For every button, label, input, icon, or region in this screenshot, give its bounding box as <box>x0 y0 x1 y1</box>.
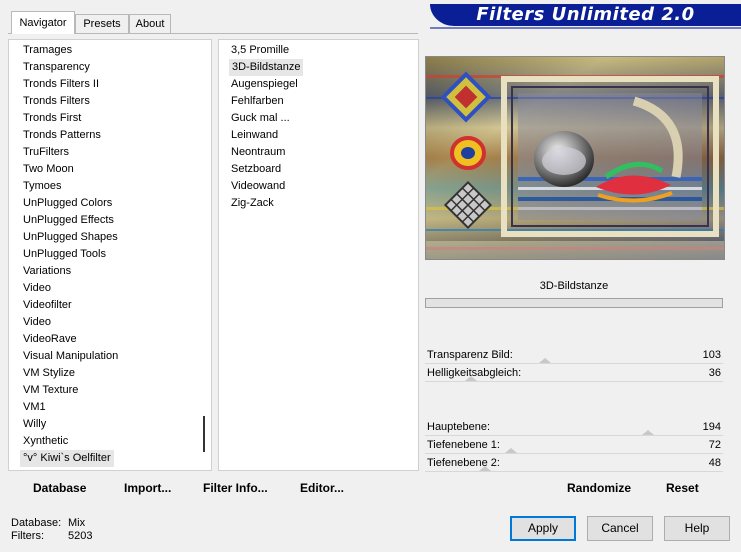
category-item[interactable]: Xynthetic <box>23 433 68 450</box>
filter-info-button[interactable]: Filter Info... <box>203 480 268 496</box>
filter-item[interactable]: 3D-Bildstanze <box>229 59 304 76</box>
category-item[interactable]: Variations <box>23 263 71 280</box>
category-item[interactable]: Video <box>23 280 51 297</box>
param-label: Transparenz Bild: <box>427 349 513 361</box>
category-item[interactable]: UnPlugged Shapes <box>23 229 118 246</box>
category-item[interactable]: Tramages <box>23 42 72 59</box>
param-slider[interactable]: Transparenz Bild: 103 <box>425 346 723 364</box>
filter-item[interactable]: 3,5 Promille <box>231 42 289 59</box>
tab-about[interactable]: About <box>129 14 171 33</box>
category-item[interactable]: Two Moon <box>23 161 74 178</box>
category-item[interactable]: TruFilters <box>23 144 69 161</box>
category-scrollbar-thumb[interactable] <box>203 416 205 452</box>
category-item[interactable]: Tronds Patterns <box>23 127 101 144</box>
param-value: 36 <box>708 367 721 379</box>
filter-item[interactable]: Videowand <box>231 178 285 195</box>
param-label: Tiefenebene 1: <box>427 439 500 451</box>
reset-button[interactable]: Reset <box>666 480 699 496</box>
filters-status-value: 5203 <box>68 530 93 542</box>
database-button[interactable]: Database <box>33 480 86 496</box>
category-item[interactable]: Video <box>23 314 51 331</box>
progress-bar <box>425 298 723 308</box>
category-item[interactable]: Tronds Filters II <box>23 76 99 93</box>
filter-item[interactable]: Augenspiegel <box>231 76 298 93</box>
cancel-button[interactable]: Cancel <box>587 516 653 541</box>
filter-item[interactable]: Guck mal ... <box>231 110 290 127</box>
param-slider[interactable]: Helligkeitsabgleich: 36 <box>425 364 723 382</box>
param-label: Hauptebene: <box>427 421 490 433</box>
banner-underline <box>430 27 741 29</box>
import-button[interactable]: Import... <box>124 480 171 496</box>
category-item[interactable]: VM Texture <box>23 382 78 399</box>
tab-navigator[interactable]: Navigator <box>11 11 75 34</box>
param-slider[interactable]: Hauptebene: 194 <box>425 418 723 436</box>
category-list[interactable]: Tramages Transparency Tronds Filters II Tro… <box>8 39 212 471</box>
category-item[interactable]: Willy <box>23 416 46 433</box>
param-thumb[interactable] <box>505 448 518 453</box>
category-item[interactable]: Tronds First <box>23 110 81 127</box>
app-title-banner: Filters Unlimited 2.0 <box>430 4 741 26</box>
category-item[interactable]: Tronds Filters <box>23 93 90 110</box>
tab-presets[interactable]: Presets <box>75 14 129 33</box>
param-value: 103 <box>702 349 721 361</box>
editor-button[interactable]: Editor... <box>300 480 344 496</box>
param-value: 48 <box>708 457 721 469</box>
category-item[interactable]: Videofilter <box>23 297 72 314</box>
preview-image <box>425 56 725 260</box>
category-item[interactable]: Visual Manipulation <box>23 348 118 365</box>
category-item[interactable]: UnPlugged Tools <box>23 246 106 263</box>
filter-item[interactable]: Leinwand <box>231 127 278 144</box>
filters-status-label: Filters: <box>11 530 44 542</box>
param-value: 194 <box>702 421 721 433</box>
help-button[interactable]: Help <box>664 516 730 541</box>
category-item[interactable]: VM1 <box>23 399 46 416</box>
database-status-value: Mix <box>68 517 86 529</box>
category-item[interactable]: VM Stylize <box>23 365 75 382</box>
category-item[interactable]: VideoRave <box>23 331 77 348</box>
apply-button[interactable]: Apply <box>510 516 576 541</box>
category-item[interactable]: UnPlugged Colors <box>23 195 112 212</box>
filter-item[interactable]: Neontraum <box>231 144 285 161</box>
category-item[interactable]: Transparency <box>23 59 90 76</box>
randomize-button[interactable]: Randomize <box>567 480 631 496</box>
filter-item[interactable]: Fehlfarben <box>231 93 284 110</box>
param-value: 72 <box>708 439 721 451</box>
category-item[interactable]: Tymoes <box>23 178 62 195</box>
category-item[interactable]: UnPlugged Effects <box>23 212 114 229</box>
database-status-label: Database: <box>11 517 62 529</box>
param-label: Helligkeitsabgleich: <box>427 367 522 379</box>
param-thumb[interactable] <box>539 358 552 363</box>
selected-filter-name: 3D-Bildstanze <box>539 280 609 292</box>
param-slider[interactable]: Tiefenebene 1: 72 <box>425 436 723 454</box>
param-thumb[interactable] <box>642 430 655 435</box>
filter-list[interactable]: 3,5 Promille 3D-Bildstanze Augenspiegel Feh… <box>218 39 419 471</box>
param-slider[interactable]: Tiefenebene 2: 48 <box>425 454 723 472</box>
param-label: Tiefenebene 2: <box>427 457 500 469</box>
category-item[interactable]: °v° Kiwi`s Oelfilter <box>20 450 114 467</box>
filter-item[interactable]: Setzboard <box>231 161 281 178</box>
filter-item[interactable]: Zig-Zack <box>231 195 274 212</box>
